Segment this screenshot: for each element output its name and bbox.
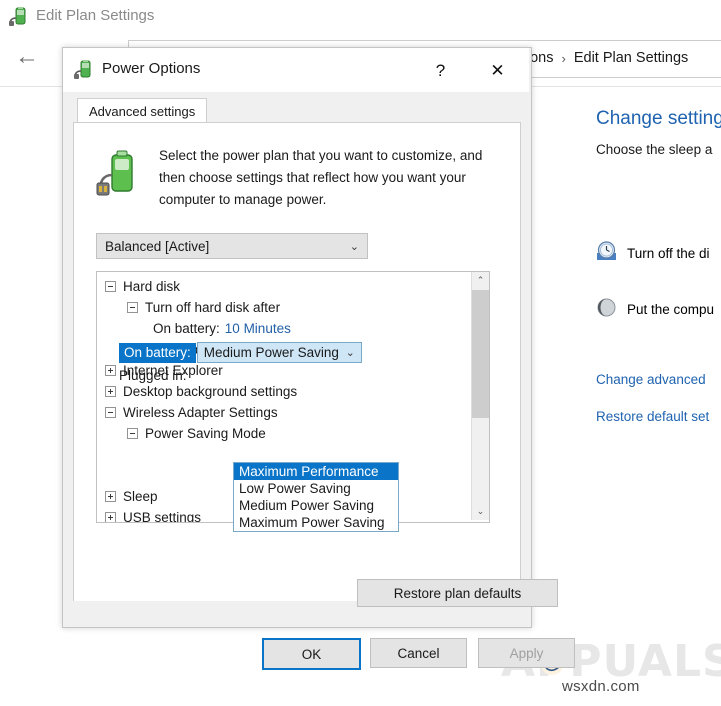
help-button[interactable]: ? <box>418 58 463 84</box>
page-title: Change setting <box>596 108 721 129</box>
cancel-label: Cancel <box>397 645 440 661</box>
dropdown-option-maximum-power-saving[interactable]: Maximum Power Saving <box>234 514 398 531</box>
tab-label: Advanced settings <box>89 104 196 119</box>
collapse-icon[interactable] <box>105 281 116 292</box>
power-plug-battery-icon <box>8 6 30 28</box>
on-battery-label[interactable]: On battery: <box>119 342 196 363</box>
power-plug-battery-large-icon <box>96 149 140 201</box>
scroll-down-icon[interactable]: ⌄ <box>472 503 489 520</box>
tree-node-label: Turn off hard disk after <box>145 300 281 315</box>
ok-button[interactable]: OK <box>262 638 361 670</box>
collapse-icon[interactable] <box>105 407 116 418</box>
tree-node-hard-disk[interactable]: Hard disk <box>97 276 471 297</box>
clock-icon <box>596 241 617 265</box>
tab-advanced-settings[interactable]: Advanced settings <box>77 98 208 124</box>
chevron-down-icon: ⌄ <box>349 240 359 253</box>
source-watermark: wsxdn.com <box>562 678 640 695</box>
tree-node-label: Power Saving Mode <box>145 426 266 441</box>
restore-plan-defaults-button[interactable]: Restore plan defaults <box>357 579 558 607</box>
breadcrumb-item-edit-plan-settings[interactable]: Edit Plan Settings <box>574 50 688 66</box>
power-saving-mode-dropdown[interactable]: Maximum Performance Low Power Saving Med… <box>233 462 399 532</box>
setting-row-sleep: Put the compu <box>596 296 721 322</box>
dropdown-option-maximum-performance[interactable]: Maximum Performance <box>234 463 398 480</box>
tree-node-label: Hard disk <box>123 279 181 294</box>
on-battery-combobox[interactable]: Medium Power Saving ⌄ <box>196 342 362 363</box>
wireless-on-battery-row: On battery: Medium Power Saving ⌄ <box>119 342 362 363</box>
collapse-icon[interactable] <box>127 428 138 439</box>
tree-node-hard-disk-on-battery[interactable]: On battery: 10 Minutes <box>97 318 471 339</box>
expand-icon[interactable] <box>105 365 116 376</box>
tree-node-label: Desktop background settings <box>123 384 298 399</box>
wireless-plugged-in-row[interactable]: Plugged in: <box>119 365 187 386</box>
dropdown-option-low-power-saving[interactable]: Low Power Saving <box>234 480 398 497</box>
tree-node-label: Wireless Adapter Settings <box>123 405 278 420</box>
dropdown-option-medium-power-saving[interactable]: Medium Power Saving <box>234 497 398 514</box>
option-label: Maximum Performance <box>239 464 379 479</box>
option-label: Medium Power Saving <box>239 498 375 513</box>
link-restore-defaults[interactable]: Restore default set <box>596 409 721 424</box>
power-plan-select[interactable]: Balanced [Active] ⌄ <box>96 233 368 259</box>
apply-label: Apply <box>509 645 544 661</box>
close-icon[interactable]: ✕ <box>475 58 520 84</box>
tree-node-label: USB settings <box>123 510 202 523</box>
tree-node-power-saving-mode[interactable]: Power Saving Mode <box>97 423 471 444</box>
back-arrow-icon[interactable]: ← <box>14 44 40 70</box>
setting-label-display: Turn off the di <box>627 245 710 261</box>
power-plug-battery-icon <box>73 59 95 81</box>
combobox-value: Medium Power Saving <box>203 345 339 360</box>
dialog-title: Power Options <box>102 60 201 77</box>
tree-node-label: Sleep <box>123 489 158 504</box>
intro-block: Select the power plan that you want to c… <box>96 145 488 223</box>
cancel-button[interactable]: Cancel <box>370 638 467 668</box>
breadcrumb-separator: › <box>561 50 566 66</box>
ok-label: OK <box>301 646 322 662</box>
tree-node-wireless-adapter-settings[interactable]: Wireless Adapter Settings <box>97 402 471 423</box>
expand-icon[interactable] <box>105 512 116 522</box>
page-subtitle: Choose the sleep a <box>596 142 713 157</box>
chevron-down-icon: ⌄ <box>345 347 355 359</box>
intro-text: Select the power plan that you want to c… <box>159 148 483 207</box>
tree-node-value[interactable]: 10 Minutes <box>225 321 291 336</box>
expand-icon[interactable] <box>105 386 116 397</box>
restore-button-label: Restore plan defaults <box>393 585 522 601</box>
link-change-advanced[interactable]: Change advanced <box>596 372 721 387</box>
collapse-icon[interactable] <box>127 302 138 313</box>
plugged-in-label: Plugged in: <box>119 368 187 383</box>
tree-node-turn-off-hard-disk-after[interactable]: Turn off hard disk after <box>97 297 471 318</box>
setting-row-display: Turn off the di <box>596 240 721 266</box>
option-label: Low Power Saving <box>239 481 351 496</box>
expand-icon[interactable] <box>105 491 116 502</box>
scroll-up-icon[interactable]: ⌃ <box>472 272 489 289</box>
moon-icon <box>596 297 617 321</box>
power-options-dialog: Power Options ? ✕ Advanced settings Sele… <box>62 47 575 670</box>
tree-node-label: On battery: <box>153 321 220 336</box>
option-label: Maximum Power Saving <box>239 515 385 530</box>
scrollbar-thumb[interactable] <box>472 290 489 418</box>
control-panel-title: Edit Plan Settings <box>36 7 155 24</box>
setting-label-sleep: Put the compu <box>627 301 715 317</box>
power-plan-value: Balanced [Active] <box>105 238 210 254</box>
apply-button: Apply <box>478 638 575 668</box>
tree-scrollbar[interactable]: ⌃ ⌄ <box>471 272 489 520</box>
